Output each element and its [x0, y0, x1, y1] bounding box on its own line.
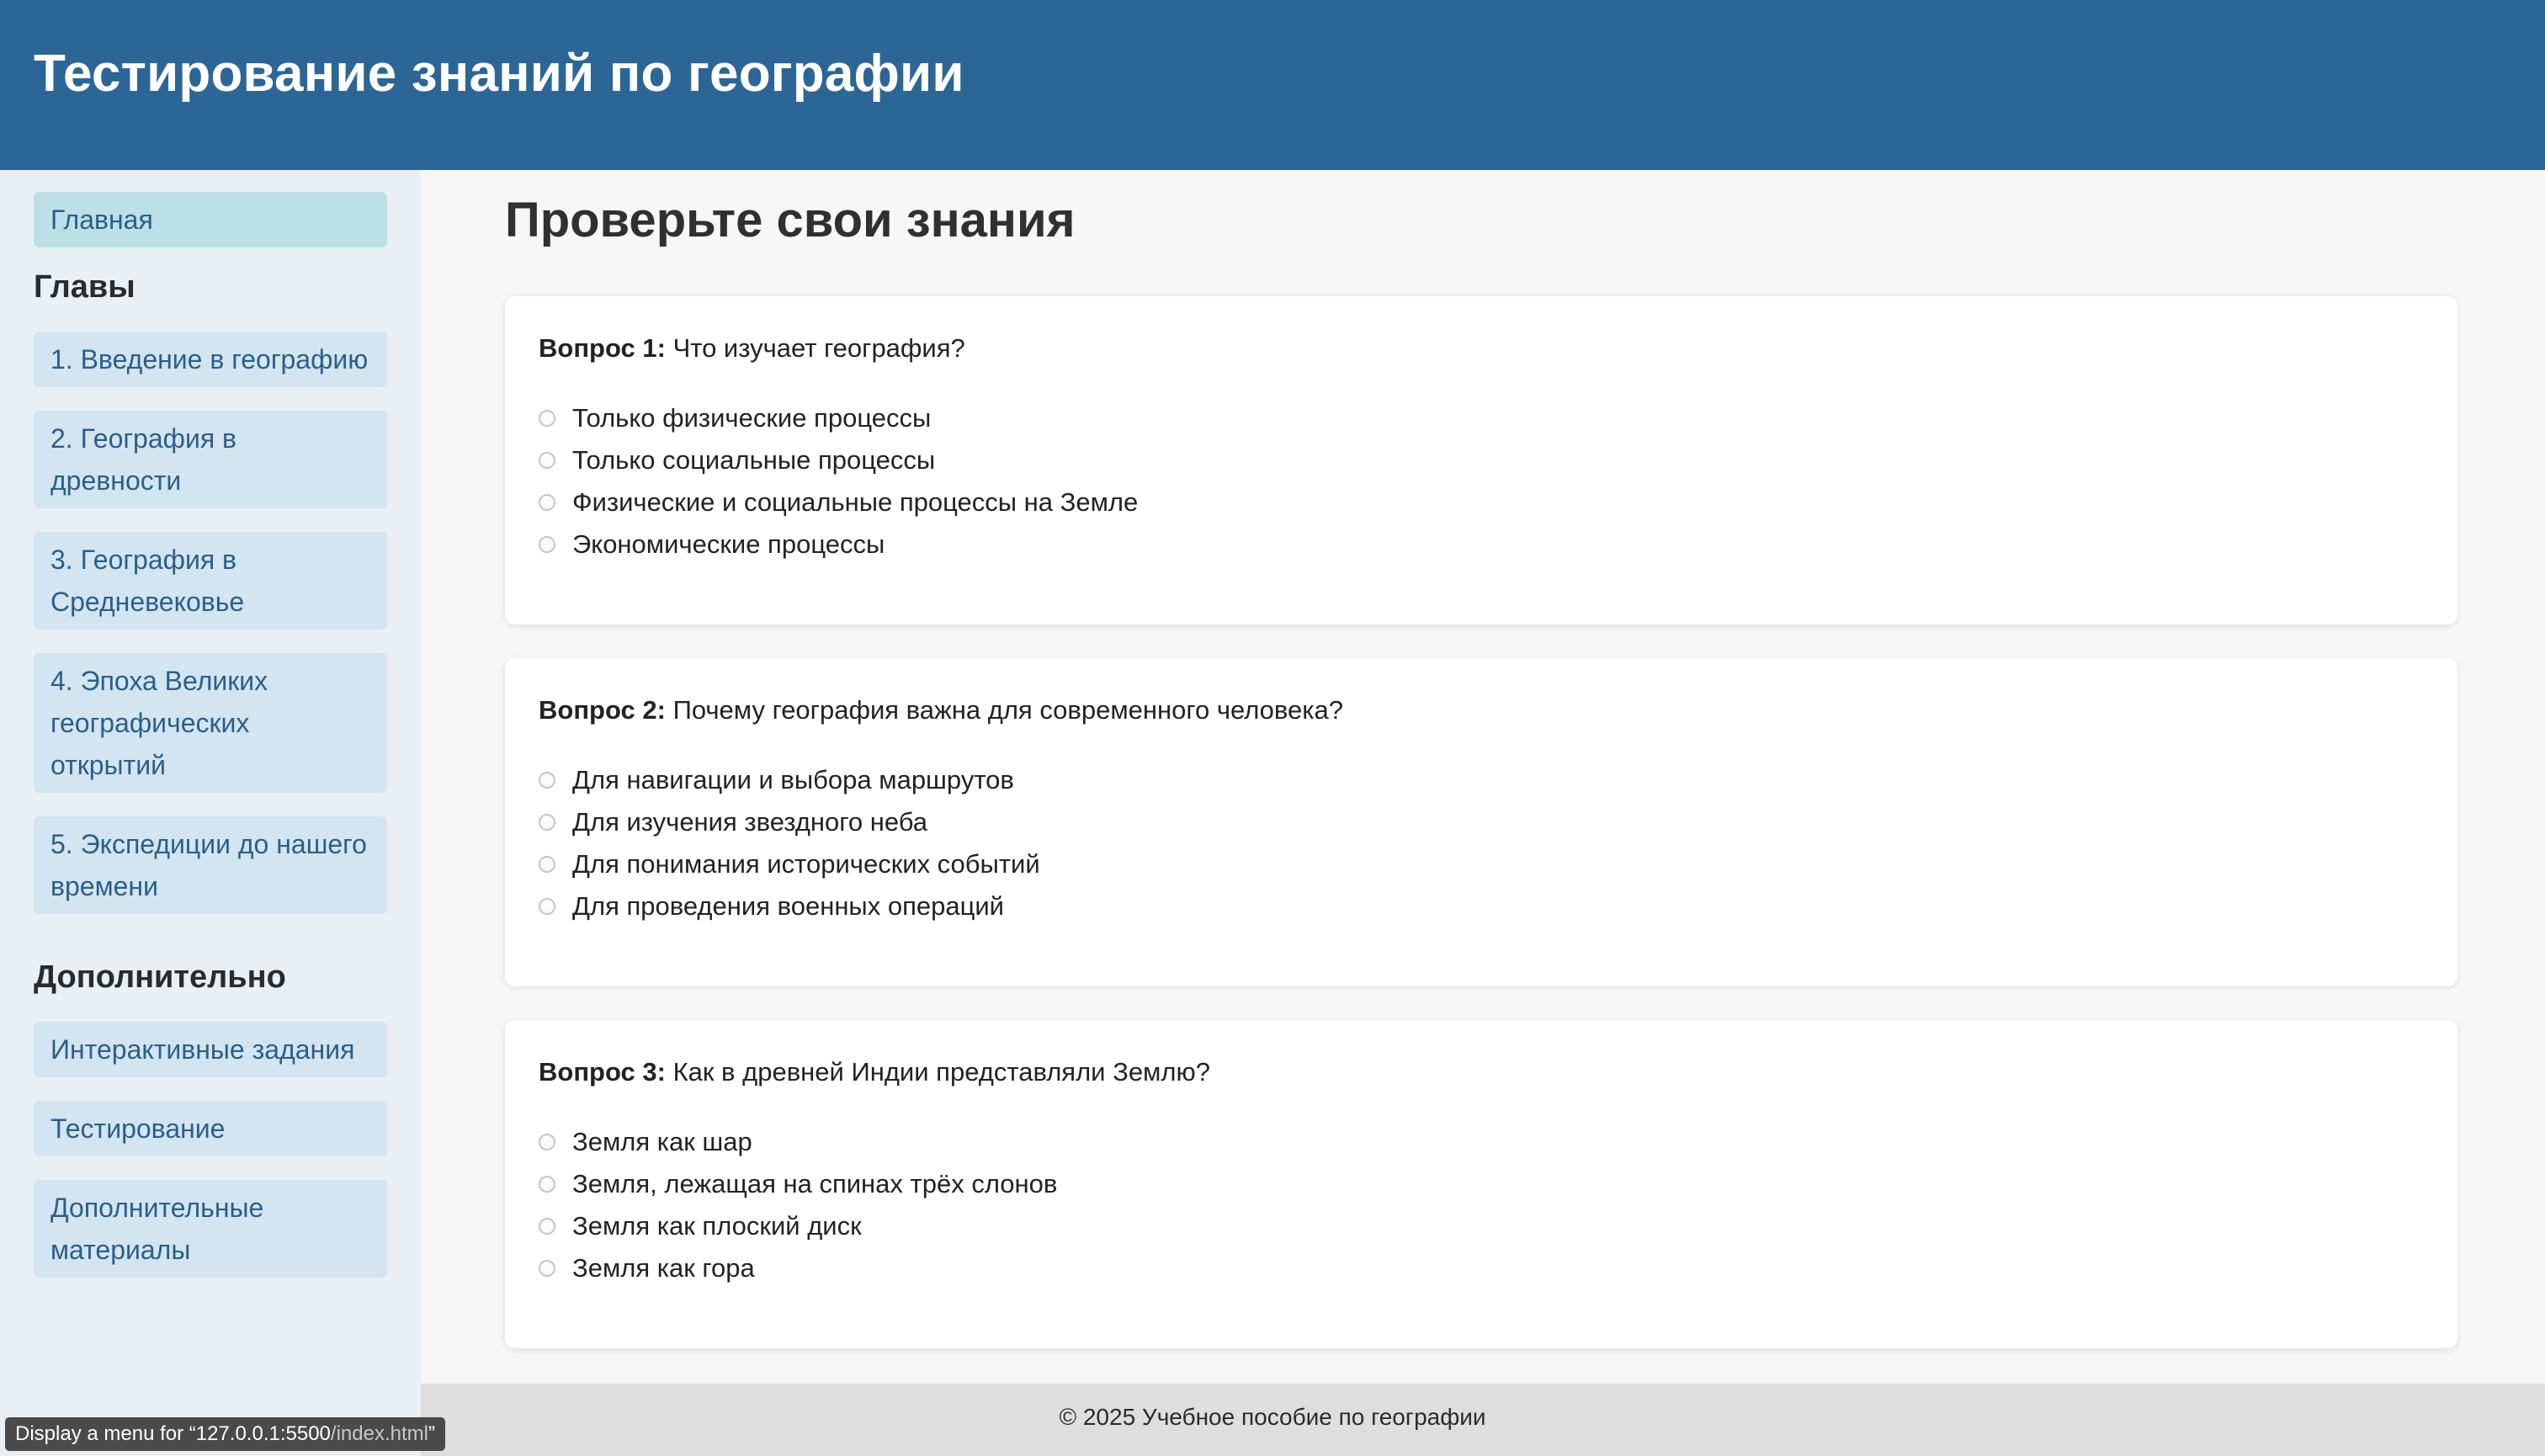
- radio-button[interactable]: [539, 452, 555, 469]
- radio-button[interactable]: [539, 494, 555, 511]
- radio-button[interactable]: [539, 410, 555, 427]
- page-header: Тестирование знаний по географии: [0, 0, 2545, 170]
- sidebar-item-additional-materials[interactable]: Дополнительные материалы: [34, 1180, 387, 1278]
- question-card-1: Вопрос 1: Что изучает география? Только …: [505, 296, 2457, 624]
- sidebar-item-chapter-2[interactable]: 2. География в древности: [34, 411, 387, 508]
- question-2-body: Почему география важна для современного …: [672, 695, 1344, 725]
- radio-button[interactable]: [539, 772, 555, 789]
- question-1-option-2[interactable]: Только социальные процессы: [539, 439, 935, 481]
- question-3-label: Вопрос 3:: [539, 1057, 666, 1087]
- question-card-3: Вопрос 3: Как в древней Индии представля…: [505, 1020, 2457, 1348]
- option-label: Только социальные процессы: [572, 445, 936, 475]
- main-content: Проверьте свои знания Вопрос 1: Что изуч…: [421, 170, 2545, 1384]
- option-label: Для проведения военных операций: [572, 891, 1004, 921]
- sidebar-item-home[interactable]: Главная: [34, 192, 387, 247]
- radio-button[interactable]: [539, 536, 555, 553]
- question-2-option-2[interactable]: Для изучения звездного неба: [539, 801, 927, 843]
- sidebar-item-chapter-4[interactable]: 4. Эпоха Великих географических открытий: [34, 653, 387, 793]
- sidebar-item-testing[interactable]: Тестирование: [34, 1101, 387, 1156]
- option-label: Земля как шар: [572, 1127, 752, 1156]
- radio-button[interactable]: [539, 898, 555, 915]
- option-label: Земля как плоский диск: [572, 1211, 862, 1241]
- sidebar-heading-chapters: Главы: [34, 269, 135, 305]
- status-url-host: Display a menu for “127.0.0.1:5500: [15, 1422, 331, 1445]
- option-label: Для навигации и выбора маршрутов: [572, 765, 1014, 794]
- radio-button[interactable]: [539, 1176, 555, 1193]
- radio-button[interactable]: [539, 1134, 555, 1150]
- page-header-title: Тестирование знаний по географии: [34, 45, 964, 103]
- page-title: Проверьте свои знания: [505, 193, 1076, 247]
- option-label: Земля, лежащая на спинах трёх слонов: [572, 1169, 1058, 1198]
- option-label: Физические и социальные процессы на Земл…: [572, 487, 1139, 517]
- sidebar-heading-extra: Дополнительно: [34, 959, 286, 995]
- question-2-text: Вопрос 2: Почему география важна для сов…: [539, 695, 1343, 725]
- question-2-label: Вопрос 2:: [539, 695, 666, 725]
- radio-button[interactable]: [539, 856, 555, 873]
- option-label: Земля как гора: [572, 1253, 755, 1283]
- status-url-suffix: ”: [428, 1422, 435, 1445]
- question-3-option-3[interactable]: Земля как плоский диск: [539, 1205, 862, 1247]
- question-1-body: Что изучает география?: [672, 333, 965, 363]
- option-label: Только физические процессы: [572, 403, 932, 433]
- status-url-path: /index.html: [330, 1422, 428, 1445]
- question-2-option-4[interactable]: Для проведения военных операций: [539, 885, 1004, 927]
- question-3-option-2[interactable]: Земля, лежащая на спинах трёх слонов: [539, 1163, 1057, 1205]
- question-1-label: Вопрос 1:: [539, 333, 666, 363]
- question-1-option-3[interactable]: Физические и социальные процессы на Земл…: [539, 481, 1138, 523]
- option-label: Экономические процессы: [572, 529, 885, 559]
- sidebar-item-interactive-tasks[interactable]: Интерактивные задания: [34, 1022, 387, 1077]
- question-1-text: Вопрос 1: Что изучает география?: [539, 333, 965, 364]
- question-3-text: Вопрос 3: Как в древней Индии представля…: [539, 1057, 1210, 1087]
- sidebar-item-chapter-3[interactable]: 3. География в Средневековье: [34, 532, 387, 630]
- sidebar: Главная Главы 1. Введение в географию 2.…: [0, 170, 421, 1456]
- radio-button[interactable]: [539, 1260, 555, 1277]
- question-card-2: Вопрос 2: Почему география важна для сов…: [505, 658, 2457, 986]
- question-1-option-1[interactable]: Только физические процессы: [539, 397, 931, 439]
- question-2-option-3[interactable]: Для понимания исторических событий: [539, 843, 1040, 885]
- question-3-option-1[interactable]: Земля как шар: [539, 1121, 752, 1163]
- radio-button[interactable]: [539, 814, 555, 831]
- question-3-option-4[interactable]: Земля как гора: [539, 1247, 755, 1289]
- sidebar-item-chapter-1[interactable]: 1. Введение в географию: [34, 332, 387, 387]
- radio-button[interactable]: [539, 1218, 555, 1235]
- page-footer: © 2025 Учебное пособие по географии: [421, 1384, 2545, 1456]
- footer-copyright: © 2025 Учебное пособие по географии: [1059, 1404, 1486, 1430]
- sidebar-item-chapter-5[interactable]: 5. Экспедиции до нашего времени: [34, 816, 387, 914]
- question-2-option-1[interactable]: Для навигации и выбора маршрутов: [539, 759, 1014, 801]
- question-3-body: Как в древней Индии представляли Землю?: [672, 1057, 1210, 1087]
- browser-status-tooltip: Display a menu for “127.0.0.1:5500/index…: [5, 1417, 445, 1451]
- option-label: Для понимания исторических событий: [572, 849, 1040, 879]
- option-label: Для изучения звездного неба: [572, 807, 928, 837]
- question-1-option-4[interactable]: Экономические процессы: [539, 523, 885, 566]
